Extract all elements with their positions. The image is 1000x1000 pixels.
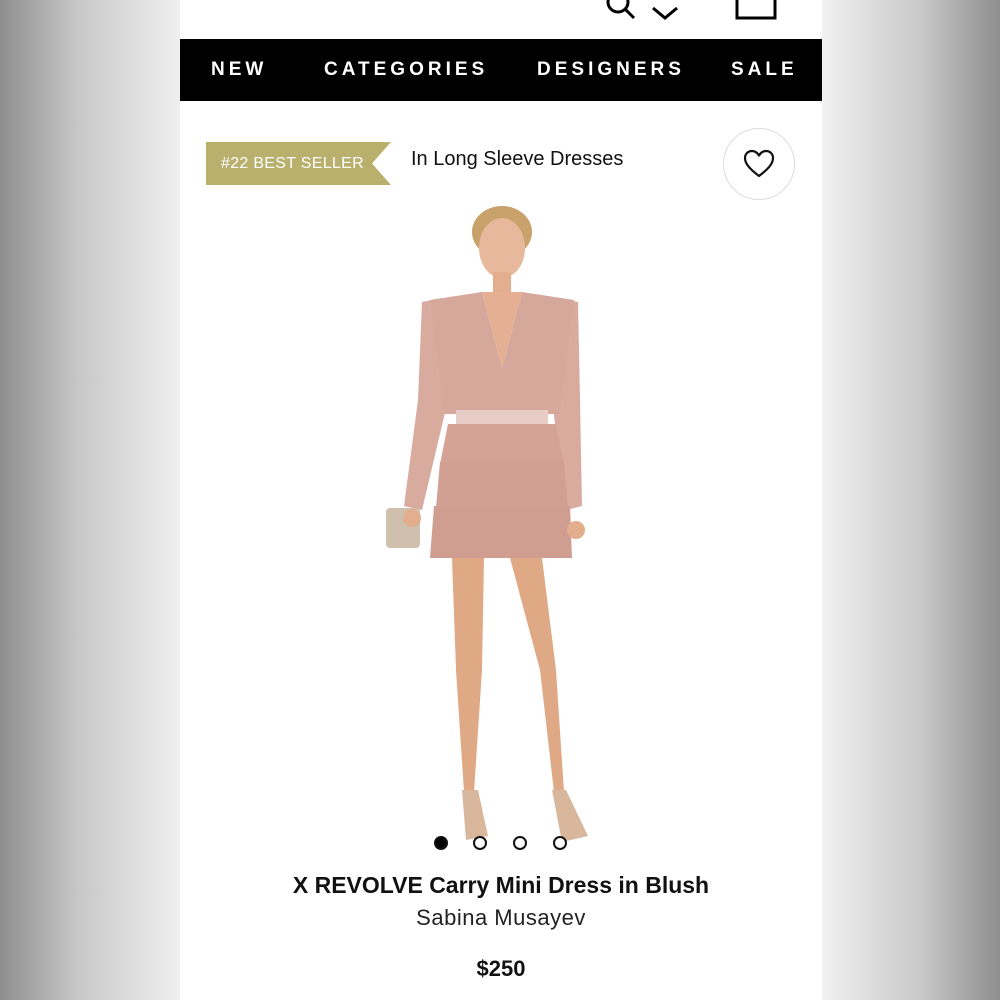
- product-price: $250: [476, 956, 526, 981]
- carousel-dot[interactable]: [473, 836, 487, 850]
- heart-icon: [743, 149, 775, 178]
- main-nav: NEW CATEGORIES DESIGNERS SALE: [180, 39, 822, 101]
- carousel-dots: [434, 836, 574, 850]
- nav-item-new[interactable]: NEW: [211, 39, 267, 101]
- best-seller-label: #22 BEST SELLER: [221, 155, 364, 172]
- category-link[interactable]: In Long Sleeve Dresses: [411, 148, 623, 171]
- product-page: NEW CATEGORIES DESIGNERS SALE #22 BEST S…: [180, 0, 822, 1000]
- account-icon[interactable]: [650, 0, 680, 22]
- carousel-dot[interactable]: [553, 836, 567, 850]
- product-image[interactable]: [370, 200, 630, 860]
- carousel-dot[interactable]: [434, 836, 448, 850]
- product-title: X REVOLVE Carry Mini Dress in Blush: [292, 872, 710, 898]
- nav-item-sale[interactable]: SALE: [731, 39, 798, 101]
- search-icon[interactable]: [604, 0, 638, 22]
- top-header: [180, 0, 822, 39]
- nav-item-categories[interactable]: CATEGORIES: [324, 39, 488, 101]
- nav-item-designers[interactable]: DESIGNERS: [537, 39, 685, 101]
- carousel-dot[interactable]: [513, 836, 527, 850]
- designer-link[interactable]: Sabina Musayev: [180, 905, 822, 931]
- best-seller-badge: #22 BEST SELLER: [206, 142, 391, 185]
- bag-icon[interactable]: [734, 0, 778, 22]
- wishlist-button[interactable]: [723, 128, 795, 200]
